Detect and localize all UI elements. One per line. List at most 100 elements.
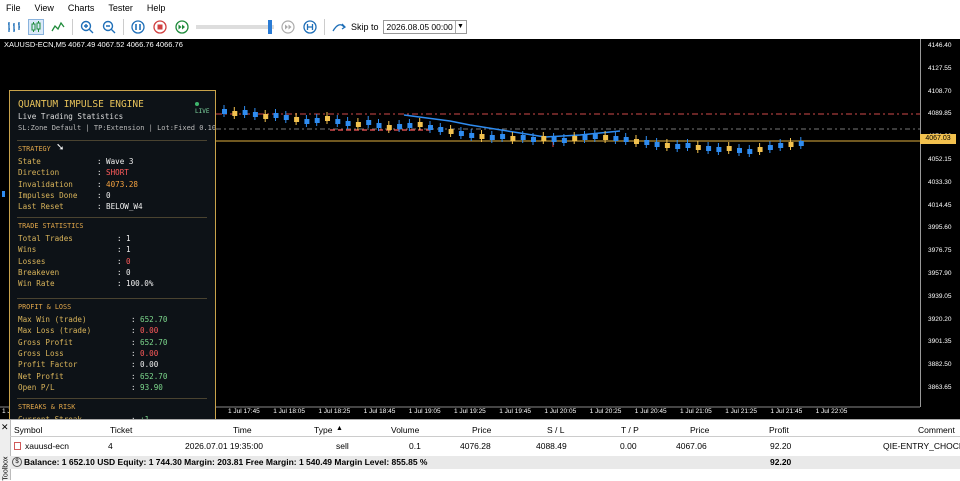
candle-body: [335, 119, 341, 124]
candle-body: [634, 139, 639, 144]
zoom-out-icon[interactable]: [101, 19, 117, 35]
stat-value: 100.0%: [126, 279, 154, 289]
skip-to-icon[interactable]: [331, 19, 347, 35]
balance-summary: Balance: 1 652.10 USD Equity: 1 744.30 M…: [24, 457, 428, 467]
candle-body: [582, 135, 588, 140]
live-indicator: LIVE: [195, 101, 215, 115]
stat-label: Invalidation: [18, 179, 73, 189]
close-icon[interactable]: ✕: [1, 422, 9, 433]
live-dot-icon: [195, 102, 199, 106]
stat-label: Win Rate: [18, 279, 55, 289]
menu-charts[interactable]: Charts: [62, 3, 103, 13]
price-axis-label: 4127.55: [928, 64, 952, 72]
candle-body: [778, 143, 784, 148]
terminal-panel: ✕ Toolbox Symbol Ticket Time Type ▲ Volu…: [0, 419, 960, 481]
panel-title: QUANTUM IMPULSE ENGINE: [18, 99, 144, 110]
stat-row: Last Reset: BELOW_W4: [18, 202, 143, 211]
stat-label: State: [18, 157, 41, 166]
price-axis-label: 4033.30: [928, 178, 952, 186]
mouse-cursor-icon: ➘: [56, 142, 65, 153]
column-time[interactable]: Time: [233, 425, 252, 435]
column-volume[interactable]: Volume: [391, 425, 419, 435]
candle-body: [767, 145, 773, 150]
stat-row: Invalidation:4073.28: [18, 179, 138, 189]
speed-slider[interactable]: [196, 20, 274, 34]
stop-icon[interactable]: [152, 19, 168, 35]
column-sl[interactable]: S / L: [547, 425, 564, 435]
position-comment: QIE-ENTRY_CHOCH: [883, 441, 960, 451]
bar-chart-icon[interactable]: [6, 19, 22, 35]
stat-value: 0.00: [140, 326, 159, 336]
stat-row: Impulses Done:0: [18, 191, 111, 200]
candle-body: [675, 144, 681, 149]
column-current-price[interactable]: Price: [690, 425, 709, 435]
candle-body: [304, 119, 310, 124]
candle-body: [531, 137, 536, 142]
zoom-in-icon[interactable]: [79, 19, 95, 35]
column-type[interactable]: Type: [314, 425, 332, 435]
chart-area[interactable]: XAUUSD-ECN,M5 4067.49 4067.52 4066.76 40…: [0, 39, 960, 443]
fast-forward-icon[interactable]: [174, 19, 190, 35]
price-axis-label: 4146.40: [928, 42, 952, 49]
toolbar-separator: [123, 19, 124, 35]
candle-body: [489, 135, 495, 140]
time-axis-label: 1 Jul 19:25: [454, 408, 486, 415]
menu-file[interactable]: File: [0, 3, 29, 13]
menu-tester[interactable]: Tester: [102, 3, 141, 13]
current-price-tag: 4067.03: [920, 134, 956, 144]
menu-help[interactable]: Help: [141, 3, 174, 13]
price-axis-label: 3976.75: [928, 247, 952, 255]
price-axis-label: 3882.50: [928, 361, 952, 369]
candle-body: [716, 147, 722, 152]
stat-label: Max Loss (trade): [18, 326, 92, 336]
panel-settings: SL:Zone Default | TP:Extension | Lot:Fix…: [18, 124, 216, 132]
column-comment[interactable]: Comment: [918, 425, 955, 435]
candle-body: [263, 114, 269, 119]
price-axis-label: 3939.05: [928, 292, 952, 300]
section-heading-trade-stats: TRADE STATISTICS: [18, 222, 84, 230]
stat-row: Breakeven:0: [18, 268, 131, 277]
step-icon[interactable]: [280, 19, 296, 35]
column-symbol[interactable]: Symbol: [14, 425, 42, 435]
stat-value: 0: [126, 256, 131, 266]
speed-slider-thumb[interactable]: [268, 20, 272, 34]
stat-label: Wins: [18, 245, 37, 255]
position-tp: 0.00: [620, 441, 637, 451]
chevron-down-icon[interactable]: ▼: [454, 21, 466, 33]
menu-view[interactable]: View: [29, 3, 62, 13]
column-price[interactable]: Price: [472, 425, 491, 435]
column-tp[interactable]: T / P: [621, 425, 639, 435]
candle-body: [314, 118, 320, 123]
stat-separator: :: [117, 256, 122, 266]
stat-value: Wave 3: [106, 157, 134, 166]
stat-row: Losses:0: [18, 257, 131, 266]
time-axis-label: 1 Jul 20:05: [544, 408, 577, 415]
stat-separator: :: [97, 179, 102, 189]
statistics-panel: QUANTUM IMPULSE ENGINE LIVE Live Trading…: [9, 90, 216, 443]
price-axis-label: 3995.60: [928, 224, 952, 232]
live-label: LIVE: [195, 108, 210, 115]
section-divider: [17, 140, 207, 141]
column-profit[interactable]: Profit: [769, 425, 789, 435]
candlestick-icon[interactable]: [28, 19, 44, 35]
candle-body: [551, 137, 557, 142]
skip-to-datetime-input[interactable]: 2026.08.05 00:00 ▼: [382, 20, 467, 34]
position-volume: 0.1: [409, 441, 421, 451]
skip-to-end-icon[interactable]: [302, 19, 318, 35]
candle-body: [386, 125, 392, 130]
price-axis-label: 3920.20: [928, 315, 952, 323]
column-ticket[interactable]: Ticket: [110, 425, 132, 435]
price-axis-label: 4108.70: [928, 87, 952, 95]
pause-icon[interactable]: [130, 19, 146, 35]
stat-separator: :: [131, 315, 136, 324]
stat-row: Open P/L:93.90: [18, 383, 163, 392]
stat-row: Net Profit:652.70: [18, 372, 167, 381]
stat-value: 1: [126, 234, 131, 243]
position-current-price: 4067.06: [676, 441, 707, 451]
toolbar: Skip to 2026.08.05 00:00 ▼: [0, 15, 960, 40]
toolbar-separator: [72, 19, 73, 35]
line-chart-icon[interactable]: [50, 19, 66, 35]
stat-row: Gross Profit:652.70: [18, 338, 167, 347]
section-heading-streaks: STREAKS & RISK: [18, 403, 76, 411]
stat-row: Profit Factor:0.00: [18, 360, 158, 369]
